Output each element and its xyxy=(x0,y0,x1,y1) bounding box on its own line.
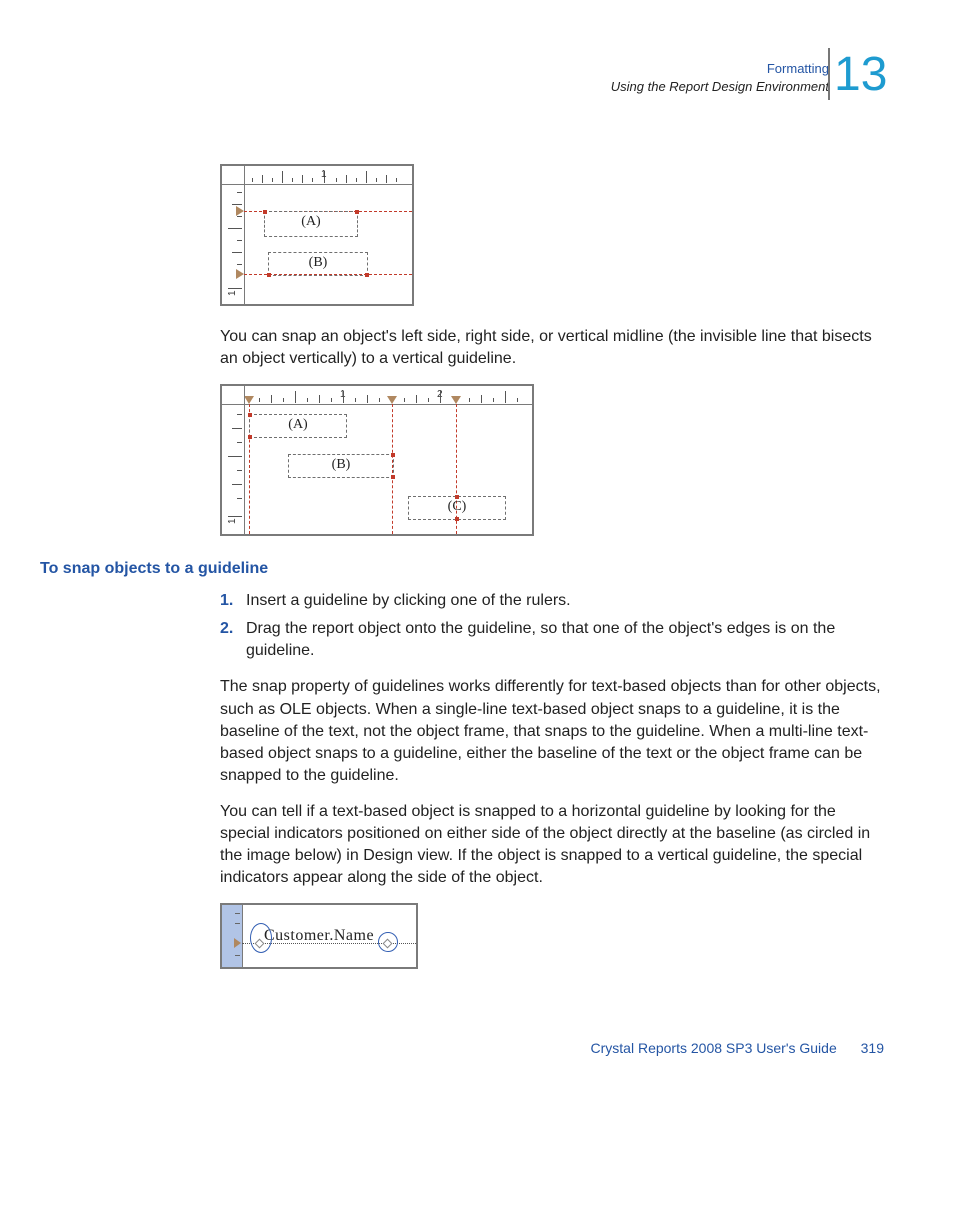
guideline-marker-icon xyxy=(451,396,461,404)
guideline-marker-icon xyxy=(387,396,397,404)
horizontal-ruler-label: 1 xyxy=(321,168,327,182)
object-a-label: (A) xyxy=(288,417,307,432)
chapter-number-text: 13 xyxy=(834,48,887,101)
figure-baseline-indicator: Customer.Name xyxy=(220,903,884,969)
guideline-marker-icon xyxy=(244,396,254,404)
footer-page-number: 319 xyxy=(861,1039,884,1058)
paragraph-indicators: You can tell if a text-based object is s… xyxy=(220,801,884,889)
step-number: 1. xyxy=(220,590,233,612)
header-section-title: Using the Report Design Environment xyxy=(611,78,829,96)
guideline-marker-icon xyxy=(236,269,244,279)
guideline-marker-icon xyxy=(234,938,241,948)
step-number: 2. xyxy=(220,618,233,640)
section-heading: To snap objects to a guideline xyxy=(40,558,884,580)
object-b-label: (B) xyxy=(332,457,351,472)
step-text: Insert a guideline by clicking one of th… xyxy=(246,592,571,609)
object-a-label: (A) xyxy=(301,214,320,229)
object-c-label: (C) xyxy=(448,499,467,514)
vertical-ruler-label: 1 xyxy=(226,290,240,296)
paragraph-snap-property: The snap property of guidelines works di… xyxy=(220,676,884,786)
footer-doc-title: Crystal Reports 2008 SP3 User's Guide xyxy=(591,1040,837,1056)
object-b: (B) xyxy=(268,252,368,276)
object-b-label: (B) xyxy=(309,255,328,270)
figure-horizontal-snap: 1 1 xyxy=(220,164,884,306)
indicator-circle-left xyxy=(250,923,272,953)
step-1: 1. Insert a guideline by clicking one of… xyxy=(220,590,884,612)
header-chapter-title: Formatting xyxy=(611,60,829,78)
figure-vertical-snap: 1 1 xyxy=(220,384,884,536)
step-text: Drag the report object onto the guidelin… xyxy=(246,620,835,659)
paragraph-snap-vertical: You can snap an object's left side, righ… xyxy=(220,326,884,370)
vertical-ruler-label: 1 xyxy=(226,519,240,525)
indicator-circle-right xyxy=(378,932,398,952)
steps-list: 1. Insert a guideline by clicking one of… xyxy=(220,590,884,662)
object-a: (A) xyxy=(249,414,347,438)
page-footer: Crystal Reports 2008 SP3 User's Guide 31… xyxy=(130,1039,884,1058)
object-c: (C) xyxy=(408,496,506,520)
guideline-marker-icon xyxy=(236,206,244,216)
field-text: Customer.Name xyxy=(264,925,374,947)
object-b: (B) xyxy=(288,454,394,478)
chapter-number: 13 xyxy=(834,42,884,108)
object-a: (A) xyxy=(264,211,358,237)
page-header: Formatting Using the Report Design Envir… xyxy=(130,60,884,134)
step-2: 2. Drag the report object onto the guide… xyxy=(220,618,884,662)
